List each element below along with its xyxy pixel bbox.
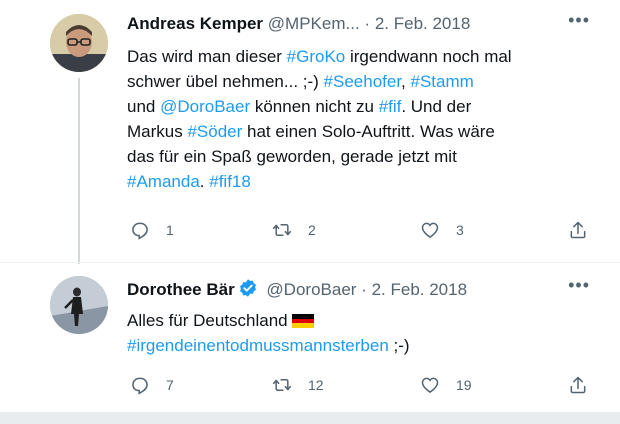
reply-icon [132,222,148,240]
reply-button[interactable]: 7 [130,375,174,395]
author-handle[interactable]: @DoroBaer [266,280,356,299]
tweet-text: Alles für Deutschland #irgendeinentodmus… [127,308,597,358]
author-handle[interactable]: @MPKem... [268,14,360,33]
like-button[interactable]: 3 [420,220,464,240]
retweet-icon [272,379,292,391]
tweet-text: Das wird man dieser #GroKo irgendwann no… [127,44,597,194]
text: . [199,172,210,191]
retweet-icon [272,224,292,236]
tweet-date[interactable]: 2. Feb. 2018 [372,280,467,299]
avatar[interactable] [50,14,108,72]
tweet-andreas-kemper[interactable]: Andreas Kemper @MPKem... · 2. Feb. 2018 … [0,0,620,264]
share-icon [570,221,586,239]
tweet-actions: 7 12 19 [130,375,590,399]
retweet-count: 2 [308,222,316,238]
separator: · [364,14,371,33]
reply-icon [132,377,148,395]
text: . Und der [401,97,472,116]
separator: · [361,280,367,299]
like-button[interactable]: 19 [420,375,472,395]
more-icon[interactable]: ••• [568,10,590,31]
avatar[interactable] [50,276,108,334]
text: hat einen Solo-Auftritt. Was wäre [242,122,495,141]
flag-germany-icon [291,314,314,328]
mention-link[interactable]: @DoroBaer [160,97,250,116]
hashtag-link[interactable]: #Amanda [127,172,200,191]
text: schwer übel nehmen... ;-) [127,72,324,91]
hashtag-link[interactable]: #Söder [187,122,242,141]
verified-icon [239,279,256,297]
text: , [401,72,411,91]
retweet-count: 12 [308,377,324,393]
reply-button[interactable]: 1 [130,220,174,240]
reply-count: 7 [166,377,174,393]
tweet-header: Andreas Kemper @MPKem... · 2. Feb. 2018 [127,12,470,36]
hashtag-link[interactable]: #Seehofer [324,72,402,91]
share-button[interactable] [568,220,588,240]
thread-connector [78,78,80,264]
hashtag-link[interactable]: #GroKo [287,47,346,66]
text: und [127,97,161,116]
more-icon[interactable]: ••• [568,275,590,296]
retweet-button[interactable]: 2 [272,220,316,240]
like-count: 3 [456,222,464,238]
tweet-actions: 1 2 3 [130,220,590,244]
hashtag-link[interactable]: #Stamm [411,72,474,91]
author-name[interactable]: Dorothee Bär [127,280,235,299]
like-icon [421,222,439,238]
text: irgendwann noch mal [345,47,512,66]
like-count: 19 [456,377,472,393]
reply-count: 1 [166,222,174,238]
share-icon [570,376,586,394]
text: Alles für Deutschland [127,311,288,330]
tweet-date[interactable]: 2. Feb. 2018 [375,14,470,33]
tweet-thread: Andreas Kemper @MPKem... · 2. Feb. 2018 … [0,0,620,424]
text: können nicht zu [250,97,379,116]
hashtag-link[interactable]: #irgendeinentodmussmannsterben [127,336,389,355]
retweet-button[interactable]: 12 [272,375,324,395]
author-name[interactable]: Andreas Kemper [127,14,263,33]
hashtag-link[interactable]: #fif18 [209,172,251,191]
hashtag-link[interactable]: #fif [379,97,402,116]
text: das für ein Spaß geworden, gerade jetzt … [127,147,457,166]
text: Markus [127,122,188,141]
text: ;-) [388,336,410,355]
text: Das wird man dieser [127,47,287,66]
like-icon [421,377,439,393]
tweet-dorothee-baer[interactable]: Dorothee Bär @DoroBaer · 2. Feb. 2018 ••… [0,262,620,412]
feed-separator [0,412,620,424]
share-button[interactable] [568,375,588,395]
tweet-header: Dorothee Bär @DoroBaer · 2. Feb. 2018 [127,278,467,302]
